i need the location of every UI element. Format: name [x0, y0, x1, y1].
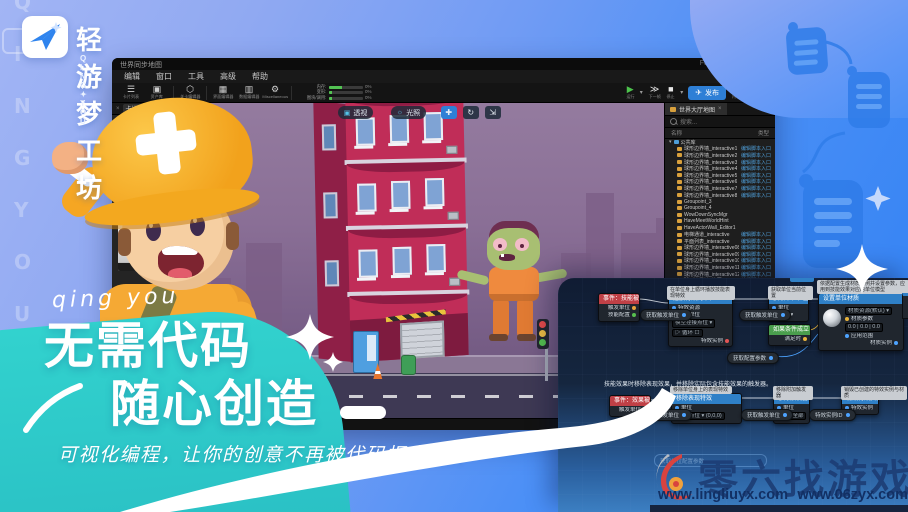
brand-subtitle: Q I N G ✦ Y O U [80, 54, 92, 126]
menu-item[interactable]: 高级 [220, 71, 236, 82]
value-node[interactable]: 获取触发单位 [640, 409, 692, 421]
value-node[interactable]: 获取触发单位 [640, 309, 692, 321]
graph-node-branch[interactable]: 如果条件成立满足时 [768, 324, 811, 346]
vertical-letter: U [14, 302, 30, 326]
small-star-icon [866, 186, 891, 211]
node-comment: 销毁已创建的特效实例与材质 [841, 386, 907, 400]
vertical-letter: I [14, 42, 21, 66]
menu-item[interactable]: 编辑 [124, 71, 140, 82]
zombie-eye [493, 238, 507, 251]
next-frame-icon: ≫ [650, 85, 659, 94]
perf-row: 内存:0% [301, 85, 372, 90]
brand-logo-icon [22, 16, 68, 58]
node-comment: 移除附加触发器 [773, 386, 813, 400]
tagline: 可视化编程，让你的创意不再被代码拒之门外 [58, 440, 468, 467]
graph-node-event[interactable]: 事件：技能被移除触发单位技能配置 [598, 293, 640, 322]
building-model[interactable] [313, 103, 479, 365]
move-tool-button[interactable]: ✚ [441, 106, 457, 119]
hierarchy-columns: 名称 类型 [665, 128, 775, 139]
hierarchy-row[interactable]: 球形边界墙_interactive8编辑脚本入口 [665, 192, 775, 199]
lighting-chip[interactable]: ☼ 光照 [391, 106, 426, 119]
menu-item[interactable]: 工具 [188, 71, 204, 82]
rotate-tool-button[interactable]: ↻ [463, 106, 479, 119]
clipped-tab [790, 278, 814, 282]
publish-button[interactable]: ✈ 发布 [688, 86, 726, 100]
watermark-strip [650, 505, 908, 512]
perspective-chip[interactable]: ▣ 透视 [338, 106, 374, 119]
close-icon[interactable]: × [718, 106, 722, 112]
vertical-letter: N [14, 94, 31, 118]
node-clipped [902, 293, 908, 319]
shutter-door [400, 320, 445, 359]
play-dropdown[interactable]: ▾ [640, 89, 643, 96]
vertical-letter: O [14, 250, 31, 274]
performance-stats: 内存:0%变形:0%图块/调用:0% [301, 85, 372, 101]
search-icon [670, 118, 677, 125]
zombie-character[interactable] [479, 221, 549, 361]
play-button[interactable]: ▶ 运行 [626, 85, 635, 100]
headline-line2: 随心创造 [110, 364, 318, 436]
hierarchy-row[interactable]: Groupoint_3 [665, 198, 775, 205]
menu-bar: 编辑 窗口 工具 高级 帮助 [112, 70, 775, 83]
window-title: 世界同步地图 [120, 60, 162, 70]
ac-unit [446, 146, 457, 154]
vertical-letter: G [14, 146, 30, 170]
stop-icon: ■ [668, 85, 673, 94]
vertical-letter: Q [14, 0, 31, 14]
perf-row: 图块/调用:0% [301, 96, 372, 101]
material-sphere-preview [823, 309, 841, 327]
light-icon: ☼ [397, 109, 403, 116]
stop-dropdown[interactable]: ▾ [680, 89, 683, 96]
zombie-eye [515, 238, 529, 251]
menu-item[interactable]: 窗口 [156, 71, 172, 82]
editor-titlebar: 世界同步地图 FunnySoccer [112, 58, 775, 70]
vending-machine [353, 331, 379, 373]
headline-dash [340, 406, 386, 419]
ac-unit [447, 212, 458, 220]
value-node[interactable]: 获取配置参数 [727, 352, 779, 364]
watermark-url-right: www.06zyx.com [797, 487, 908, 503]
perf-row: 变形:0% [301, 90, 372, 95]
hierarchy-row[interactable]: WowDownSyncMgr [665, 212, 775, 219]
play-icon: ▶ [627, 85, 634, 94]
hierarchy-row[interactable]: HaveMeetWorldHint [665, 218, 775, 225]
scale-tool-button[interactable]: ⇲ [485, 106, 501, 119]
hierarchy-row[interactable]: Groupoint_4 [665, 205, 775, 212]
value-node[interactable]: 获取触发单位 [739, 309, 791, 321]
node-comment: 获取单位当前位置 [768, 286, 813, 300]
stop-button[interactable]: ■ 停止 [666, 85, 675, 100]
folder-icon [670, 107, 676, 112]
value-node[interactable]: 特效实例ID [809, 409, 856, 421]
graph-caption: 技能效果时移除表现效果，并移除实际包含技能效果的触发器。 [604, 379, 834, 388]
hierarchy-search[interactable]: 搜索... [665, 116, 775, 128]
node-comment: 依据配置生成材质实例并设置参数，应用到技能效果对应的单位模型 [817, 280, 908, 294]
ac-unit [449, 278, 460, 286]
vertical-letter: Y [14, 198, 28, 222]
barrel [401, 355, 416, 375]
next-frame-button[interactable]: ≫ 下一帧 [648, 85, 662, 100]
stage: Q I N G Y O U [0, 0, 908, 512]
node-comment: 在单位身上循环播放技能表现特效 [667, 286, 735, 300]
paper-plane-icon: ✈ [695, 88, 702, 97]
watermark-url-left: www.lingliuyx.com [658, 487, 788, 503]
graph-node-material[interactable]: 设置单位材质材质资源(默认) ▾材质参数0.0 | 0.0 | 0.0应用范围材… [818, 293, 904, 351]
value-node[interactable]: 获取触发单位 [741, 409, 793, 421]
hierarchy-tab[interactable]: 世界大厅地图 × [665, 103, 727, 115]
menu-item[interactable]: 帮助 [252, 71, 268, 82]
watermark-urls: www.lingliuyx.com www.06zyx.com [658, 487, 908, 503]
perspective-icon: ▣ [344, 109, 351, 117]
